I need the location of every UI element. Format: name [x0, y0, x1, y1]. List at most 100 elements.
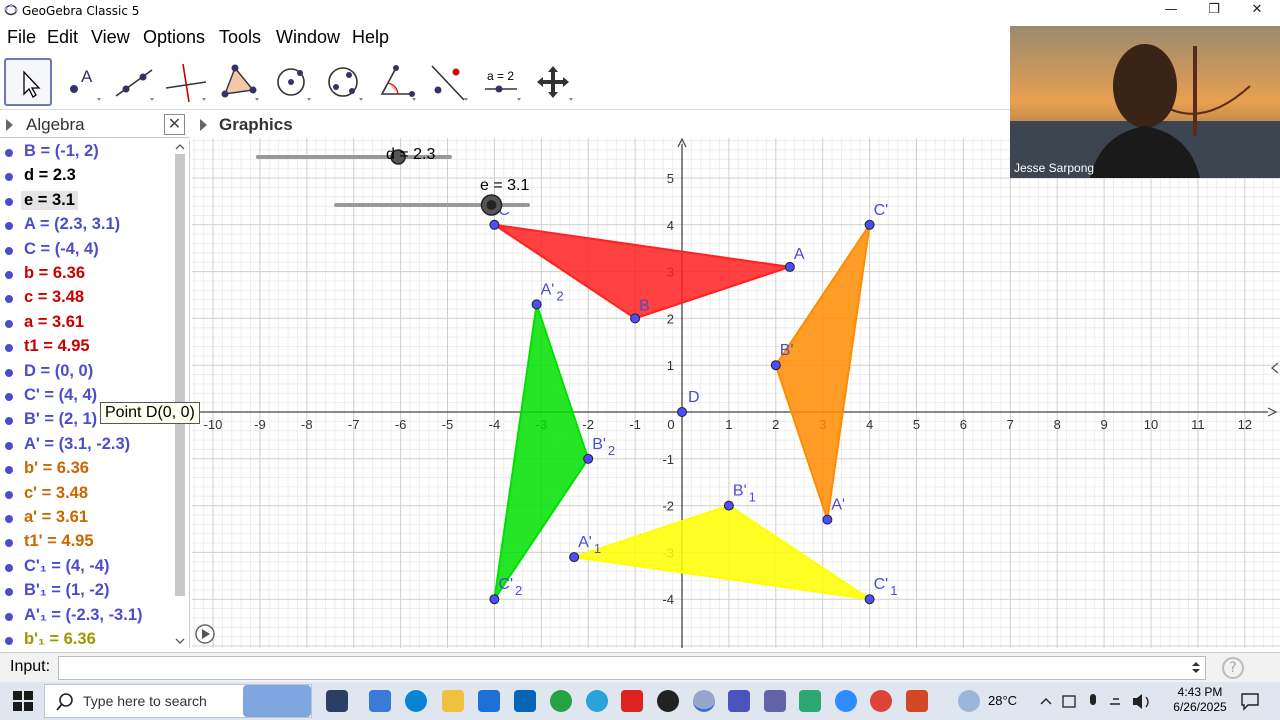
- visibility-toggle-icon[interactable]: [5, 588, 13, 597]
- visibility-toggle-icon[interactable]: [5, 441, 13, 450]
- move-graphics-tool-button[interactable]: [529, 58, 577, 106]
- point-Ap[interactable]: [822, 514, 833, 525]
- visibility-toggle-icon[interactable]: [5, 417, 13, 426]
- notification-icon[interactable]: [1240, 691, 1260, 711]
- chrome-icon[interactable]: [870, 690, 892, 712]
- visibility-toggle-icon[interactable]: [5, 344, 13, 353]
- menu-view[interactable]: View: [91, 27, 130, 48]
- visibility-toggle-icon[interactable]: [5, 271, 13, 279]
- algebra-item[interactable]: A = (2.3, 3.1): [0, 214, 172, 238]
- point-Ap1[interactable]: [569, 552, 580, 563]
- collapse-algebra-icon[interactable]: [6, 119, 13, 131]
- menu-tools[interactable]: Tools: [219, 27, 261, 48]
- m365-icon[interactable]: [799, 690, 821, 712]
- slider-tool-button[interactable]: a = 2: [477, 58, 525, 106]
- algebra-item[interactable]: C = (-4, 4): [0, 239, 172, 263]
- teams-icon[interactable]: [728, 690, 750, 712]
- point-Cp2[interactable]: [489, 594, 500, 605]
- scroll-down-icon[interactable]: [173, 636, 187, 646]
- point-C[interactable]: [489, 219, 500, 230]
- file-explorer-icon[interactable]: [442, 690, 464, 712]
- visibility-toggle-icon[interactable]: [5, 539, 13, 548]
- input-field[interactable]: [58, 656, 1206, 680]
- whatsapp-icon[interactable]: [550, 690, 572, 712]
- visibility-toggle-icon[interactable]: [5, 295, 13, 304]
- algebra-item[interactable]: t1 = 4.95: [0, 336, 172, 360]
- polygon-tool-button[interactable]: [215, 58, 263, 106]
- scroll-thumb[interactable]: [175, 154, 185, 596]
- taskbar-clock[interactable]: 4:43 PM 6/26/2025: [1170, 685, 1230, 715]
- algebra-item[interactable]: t1' = 4.95: [0, 531, 172, 555]
- algebra-item[interactable]: b = 6.36: [0, 263, 172, 287]
- reflect-tool-button[interactable]: [424, 58, 472, 106]
- algebra-item[interactable]: c' = 3.48: [0, 483, 172, 507]
- input-help-icon[interactable]: ?: [1222, 657, 1244, 679]
- visibility-toggle-icon[interactable]: [5, 612, 13, 621]
- edge-icon[interactable]: [405, 690, 427, 712]
- visibility-toggle-icon[interactable]: [5, 515, 13, 523]
- system-tray-icons[interactable]: [1038, 692, 1158, 712]
- visibility-toggle-icon[interactable]: [5, 368, 13, 377]
- teams-classic-icon[interactable]: [764, 690, 786, 712]
- algebra-item[interactable]: b'₁ = 6.36: [0, 629, 172, 648]
- algebra-item[interactable]: d = 2.3: [0, 165, 172, 189]
- point-Cp[interactable]: [864, 219, 875, 230]
- powerpoint-icon[interactable]: [906, 690, 928, 712]
- algebra-item[interactable]: B'₁ = (1, -2): [0, 580, 172, 604]
- algebra-item[interactable]: a = 3.61: [0, 312, 172, 336]
- menu-file[interactable]: File: [7, 27, 36, 48]
- point-D[interactable]: [677, 407, 687, 417]
- visibility-toggle-icon[interactable]: [5, 637, 13, 645]
- point-Bp[interactable]: [770, 360, 781, 371]
- outlook-icon[interactable]: [514, 690, 536, 712]
- algebra-item[interactable]: A'₁ = (-2.3, -3.1): [0, 605, 172, 629]
- weather-icon[interactable]: [958, 690, 980, 712]
- maximize-button[interactable]: ❐: [1193, 0, 1235, 22]
- geogebra-taskbar-icon[interactable]: [693, 690, 715, 712]
- menu-window[interactable]: Window: [276, 27, 340, 48]
- visibility-toggle-icon[interactable]: [5, 197, 13, 206]
- telegram-icon[interactable]: [586, 690, 608, 712]
- visibility-toggle-icon[interactable]: [5, 319, 13, 328]
- point-tool-button[interactable]: A: [57, 58, 105, 106]
- visibility-toggle-icon[interactable]: [5, 246, 13, 255]
- scroll-up-icon[interactable]: [173, 142, 187, 152]
- graphics-view[interactable]: -10-9-8-7-6-5-4-3-2-10123456789101112-4-…: [192, 138, 1280, 648]
- windows-start-icon[interactable]: [12, 690, 34, 712]
- algebra-item[interactable]: b' = 6.36: [0, 458, 172, 482]
- menu-edit[interactable]: Edit: [47, 27, 78, 48]
- close-algebra-icon[interactable]: ✕: [164, 114, 185, 135]
- acrobat-icon[interactable]: [621, 690, 643, 712]
- conic-tool-button[interactable]: [319, 58, 367, 106]
- copilot-icon[interactable]: [369, 690, 391, 712]
- task-view-icon[interactable]: [326, 690, 348, 712]
- store-icon[interactable]: [478, 690, 500, 712]
- perpendicular-tool-button[interactable]: [162, 58, 210, 106]
- collapse-graphics-icon[interactable]: [200, 119, 207, 131]
- algebra-item[interactable]: e = 3.1: [0, 190, 172, 214]
- move-tool-button[interactable]: [4, 58, 52, 106]
- visibility-toggle-icon[interactable]: [5, 490, 13, 499]
- angle-tool-button[interactable]: [372, 58, 420, 106]
- visibility-toggle-icon[interactable]: [5, 563, 13, 572]
- visibility-toggle-icon[interactable]: [5, 393, 13, 401]
- circle-tool-button[interactable]: [267, 58, 315, 106]
- visibility-toggle-icon[interactable]: [5, 173, 13, 182]
- visibility-toggle-icon[interactable]: [5, 149, 13, 157]
- algebra-item[interactable]: c = 3.48: [0, 287, 172, 311]
- close-button[interactable]: ✕: [1236, 0, 1278, 22]
- visibility-toggle-icon[interactable]: [5, 222, 13, 231]
- algebra-item[interactable]: D = (0, 0): [0, 361, 172, 385]
- chatgpt-icon[interactable]: [657, 690, 679, 712]
- algebra-item[interactable]: C'₁ = (4, -4): [0, 556, 172, 580]
- algebra-item[interactable]: A' = (3.1, -2.3): [0, 434, 172, 458]
- taskbar-search[interactable]: Type here to search: [44, 684, 312, 718]
- visibility-toggle-icon[interactable]: [5, 466, 13, 475]
- point-Bp2[interactable]: [583, 453, 594, 464]
- algebra-item[interactable]: a' = 3.61: [0, 507, 172, 531]
- graphics-canvas[interactable]: -10-9-8-7-6-5-4-3-2-10123456789101112-4-…: [192, 138, 1280, 648]
- menu-help[interactable]: Help: [352, 27, 389, 48]
- minimize-button[interactable]: —: [1150, 0, 1192, 22]
- input-dropdown-icon[interactable]: [1191, 662, 1201, 674]
- point-Bp1[interactable]: [723, 500, 734, 511]
